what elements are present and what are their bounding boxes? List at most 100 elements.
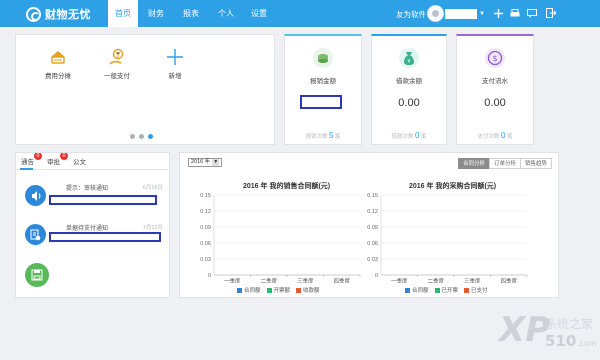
stat-foot-count: 0 (501, 131, 506, 140)
message-title: 提示：审核通知 (66, 186, 109, 192)
y-tick-label: 0.15 (367, 193, 378, 199)
stat-label: 借款余额 (396, 78, 422, 85)
legend-item[interactable]: 已支付 (464, 286, 488, 294)
stat-foot-unit: 笔 (507, 134, 513, 140)
notice-badge: 0 (34, 153, 42, 160)
logout-icon[interactable] (545, 7, 557, 19)
legend-label: 收款额 (303, 288, 320, 294)
chevron-down-icon[interactable]: ▼ (479, 11, 485, 17)
avatar[interactable] (427, 5, 444, 22)
x-tick-label: 二季度 (260, 277, 277, 283)
company-name[interactable]: 友为软件 (396, 9, 426, 20)
message-icon[interactable] (526, 7, 538, 19)
user-name (445, 8, 477, 19)
tab-documents[interactable]: 公文 (73, 156, 93, 166)
legend-swatch (405, 287, 410, 293)
tab-label: 公文 (73, 159, 86, 166)
user-icon (432, 10, 439, 17)
tab-sales-trend[interactable]: 销售趋势 (519, 158, 552, 169)
list-item[interactable] (16, 259, 169, 289)
quick-actions-panel: 费用分摊 一般支付 新增 (15, 34, 275, 145)
print-icon[interactable] (509, 7, 521, 19)
top-bar: 财物无忧 CAIWUWUYOU.COM 首页 财务 报表 个人 设置 友为软件 … (0, 0, 600, 27)
tab-notice[interactable]: 通告 0 (21, 153, 42, 166)
legend-item[interactable]: 收款额 (296, 286, 320, 294)
tab-order-analysis[interactable]: 订单分析 (488, 158, 521, 169)
charts-panel: 2016 年 ▼ 合同分析 订单分析 销售趋势 2016 年 我的销售合同额(元… (179, 152, 559, 298)
purchase-contract-chart: 0 0.03 0.06 0.09 0.12 0.15 一季度 二季度 三季度 四季度 (367, 193, 528, 283)
carousel-dot[interactable] (130, 134, 135, 139)
message-tabs: 通告 0 审批 0 公文 (16, 153, 169, 170)
year-select[interactable]: 2016 年 ▼ (188, 158, 223, 167)
x-tick-label: 二季度 (427, 277, 444, 283)
approval-badge: 0 (60, 153, 68, 160)
legend-swatch (434, 287, 440, 293)
legend-label: 开票额 (273, 288, 291, 294)
stat-foot-unit: 笔 (335, 134, 341, 140)
nav-personal[interactable]: 个人 (208, 0, 244, 27)
legend-item[interactable]: 合同额 (237, 286, 261, 294)
y-tick-label: 0.06 (367, 241, 378, 247)
y-tick-label: 0 (208, 273, 211, 279)
y-tick-label: 0.12 (200, 209, 211, 215)
stat-reimbursement[interactable]: 报销金额 报销次数 5 笔 (284, 34, 362, 145)
list-item[interactable]: 提示：审核通知 6月16日 (16, 177, 169, 217)
stat-foot-label: 报销次数 (305, 134, 328, 140)
tab-approval[interactable]: 审批 0 (47, 153, 68, 166)
legend-item[interactable]: 开票额 (266, 286, 291, 294)
nav-finance[interactable]: 财务 (138, 0, 174, 27)
chart-legend: 合同额 开票额 收款额 (237, 286, 320, 294)
main-nav: 首页 财务 报表 个人 设置 (108, 0, 274, 27)
plus-icon[interactable] (492, 7, 504, 19)
x-tick-label: 三季度 (464, 277, 481, 283)
plus-icon (150, 46, 200, 68)
stat-label: 报销金额 (310, 78, 336, 85)
redacted-text (49, 232, 161, 242)
chart-tab-group: 合同分析 订单分析 销售趋势 (457, 158, 552, 169)
x-tick-label: 一季度 (224, 277, 241, 283)
legend-item[interactable]: 已开票 (434, 286, 459, 294)
stat-footer: 借款次数 0 笔 (372, 131, 446, 140)
x-tick-label: 一季度 (391, 277, 408, 283)
stat-footer: 支付次数 0 笔 (457, 131, 533, 140)
legend-swatch (464, 287, 470, 293)
legend-swatch (237, 287, 242, 293)
sales-contract-chart: 00.030.060.090.120.15一季度 二季度 三季度 四季度 (200, 193, 361, 283)
stat-foot-unit: 笔 (421, 134, 427, 140)
tab-contract-analysis[interactable]: 合同分析 (457, 158, 490, 169)
stat-foot-label: 借款次数 (391, 134, 414, 140)
svg-text:¥: ¥ (407, 59, 410, 65)
nav-reports[interactable]: 报表 (174, 0, 208, 27)
nav-settings[interactable]: 设置 (244, 0, 274, 27)
nav-home[interactable]: 首页 (108, 0, 138, 27)
tab-label: 通告 (21, 159, 34, 166)
quick-cost-allocation[interactable]: 费用分摊 (33, 46, 83, 80)
quick-general-payment[interactable]: 一般支付 (92, 46, 142, 80)
svg-text:510: 510 (545, 332, 576, 350)
message-title: 单据待支付通知 (66, 226, 109, 232)
user-menu[interactable]: ▼ (427, 5, 485, 22)
money-bag-icon: ¥ (398, 47, 420, 69)
quick-add[interactable]: 新增 (150, 46, 200, 80)
legend-item[interactable]: 合同额 (405, 286, 429, 294)
y-tick-label: 0.09 (200, 225, 211, 231)
redacted-value (300, 95, 342, 109)
watermark-logo: XP 系统之家 510 .com (497, 310, 597, 350)
stat-payment-flow[interactable]: $ 支付流水 0.00 支付次数 0 笔 (456, 34, 534, 145)
svg-text:.com: .com (577, 339, 597, 348)
cost-allocation-icon (33, 46, 83, 68)
logo-subtext: CAIWUWUYOU.COM (45, 17, 75, 21)
list-item[interactable]: 单据待支付通知 7月12日 (16, 217, 169, 257)
coins-icon (312, 47, 334, 69)
svg-text:XP: XP (497, 310, 550, 350)
legend-label: 已开票 (441, 288, 459, 294)
carousel-dot-active[interactable] (148, 134, 153, 139)
stat-loan-balance[interactable]: ¥ 借款余额 0.00 借款次数 0 笔 (371, 34, 447, 145)
message-date: 6月16日 (142, 185, 163, 191)
y-tick-label: 0.12 (367, 209, 378, 215)
stat-foot-count: 5 (329, 131, 334, 140)
x-tick-label: 三季度 (297, 277, 314, 283)
legend-label: 已支付 (471, 288, 488, 294)
y-tick-label: 0 (375, 273, 378, 279)
carousel-dot[interactable] (139, 134, 144, 139)
